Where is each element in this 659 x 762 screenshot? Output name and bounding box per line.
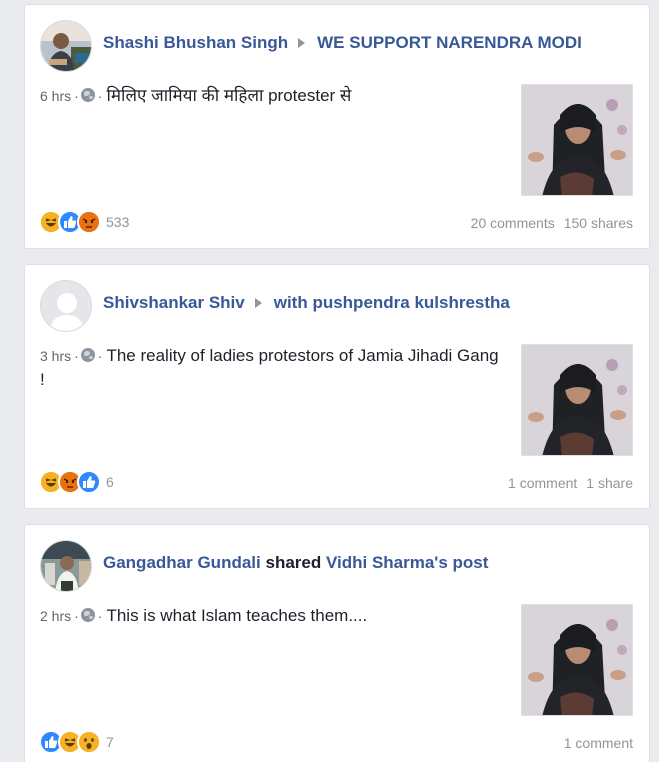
author-avatar[interactable] <box>40 20 92 72</box>
tagged-user-link[interactable]: with pushpendra kulshrestha <box>274 293 510 312</box>
post-timestamp[interactable]: 2 hrs <box>40 608 71 624</box>
reaction-summary[interactable]: 6 <box>39 470 114 494</box>
post-timestamp[interactable]: 3 hrs <box>40 348 71 364</box>
author-name-link[interactable]: Shivshankar Shiv <box>103 293 245 312</box>
globe-icon[interactable] <box>80 88 95 102</box>
post-body: 6 hrs · · मिलिए जामिया की महिला protester स… <box>40 86 352 105</box>
post-timestamp[interactable]: 6 hrs <box>40 88 71 104</box>
shares-count-link[interactable]: 1 share <box>586 475 633 491</box>
post-header: Shashi Bhushan Singh WE SUPPORT NARENDRA … <box>103 33 582 53</box>
post-header: Shivshankar Shiv with pushpendra kulshres… <box>103 293 510 313</box>
post-header: Gangadhar Gundali shared Vidhi Sharma's … <box>103 553 488 573</box>
feed-post: Shivshankar Shiv with pushpendra kulshres… <box>24 264 650 509</box>
post-body: 2 hrs · · This is what Islam teaches them..… <box>40 606 368 625</box>
reaction-count[interactable]: 6 <box>106 474 114 490</box>
feed-post: Gangadhar Gundali shared Vidhi Sharma's … <box>24 524 650 762</box>
author-avatar[interactable] <box>40 280 92 332</box>
reaction-count[interactable]: 533 <box>106 214 129 230</box>
triangle-right-icon <box>298 38 306 49</box>
author-name-link[interactable]: Gangadhar Gundali <box>103 553 261 572</box>
feed-post: Shashi Bhushan Singh WE SUPPORT NARENDRA … <box>24 4 650 249</box>
post-stats: 20 comments 150 shares <box>471 215 633 231</box>
post-body: 3 hrs · · The reality of ladies protestors … <box>40 346 499 389</box>
post-image[interactable] <box>521 344 633 456</box>
reaction-count[interactable]: 7 <box>106 734 114 750</box>
post-stats: 1 comment 1 share <box>508 475 633 491</box>
reaction-summary[interactable]: 533 <box>39 210 129 234</box>
post-text: The reality of ladies protestors of Jami… <box>40 346 499 389</box>
comments-count-link[interactable]: 20 comments <box>471 215 555 231</box>
reaction-summary[interactable]: 7 <box>39 730 114 754</box>
globe-icon[interactable] <box>80 608 95 622</box>
shared-label: shared <box>265 553 322 572</box>
post-text: This is what Islam teaches them.... <box>106 606 368 625</box>
wow-reaction-icon <box>77 730 101 754</box>
comments-count-link[interactable]: 1 comment <box>564 735 633 751</box>
angry-reaction-icon <box>77 210 101 234</box>
author-name-link[interactable]: Shashi Bhushan Singh <box>103 33 288 52</box>
shares-count-link[interactable]: 150 shares <box>564 215 633 231</box>
like-reaction-icon <box>77 470 101 494</box>
triangle-right-icon <box>254 298 262 309</box>
post-text: मिलिए जामिया की महिला protester से <box>106 86 352 105</box>
post-image[interactable] <box>521 604 633 716</box>
original-post-link[interactable]: Vidhi Sharma's post <box>326 553 488 572</box>
globe-icon[interactable] <box>80 348 95 362</box>
post-image[interactable] <box>521 84 633 196</box>
target-page-link[interactable]: WE SUPPORT NARENDRA MODI <box>317 33 582 52</box>
post-stats: 1 comment <box>564 735 633 751</box>
author-avatar[interactable] <box>40 540 92 592</box>
comments-count-link[interactable]: 1 comment <box>508 475 577 491</box>
